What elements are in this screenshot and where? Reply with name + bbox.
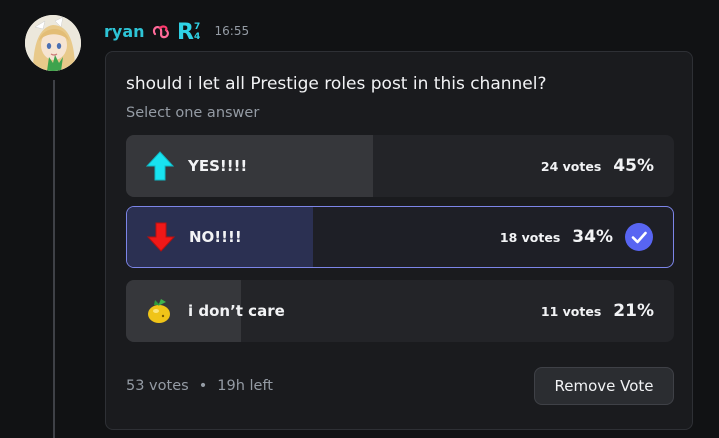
answer-percent: 34% bbox=[572, 227, 613, 247]
time-left: 19h left bbox=[217, 378, 273, 394]
username[interactable]: ryan bbox=[104, 22, 145, 41]
pink-knot-icon bbox=[151, 22, 171, 40]
poll-footer: 53 votes • 19h left bbox=[126, 378, 273, 394]
answer-vote-count: 11 votes bbox=[540, 303, 602, 319]
total-votes: 53 votes bbox=[126, 378, 189, 394]
answer-label: i don’t care bbox=[188, 302, 285, 320]
poll-card: should i let all Prestige roles post in … bbox=[105, 51, 693, 430]
selected-check-icon bbox=[625, 223, 653, 251]
anime-girl-avatar-icon bbox=[25, 15, 81, 71]
answer-label: YES!!!! bbox=[188, 157, 248, 175]
tangerine-emoji-icon bbox=[146, 297, 174, 325]
answer-vote-count: 18 votes bbox=[499, 229, 561, 245]
answer-label: NO!!!! bbox=[189, 228, 242, 246]
up-arrow-emoji-icon bbox=[146, 151, 174, 181]
svg-text:R: R bbox=[177, 20, 194, 43]
svg-text:4: 4 bbox=[194, 32, 200, 42]
poll-question: should i let all Prestige roles post in … bbox=[126, 74, 547, 94]
remove-vote-button[interactable]: Remove Vote bbox=[534, 367, 674, 405]
poll-subtitle: Select one answer bbox=[126, 105, 260, 121]
answer-percent: 21% bbox=[613, 301, 654, 321]
poll-answer-dont-care[interactable]: i don’t care 11 votes 21% bbox=[126, 280, 674, 342]
reply-thread-line bbox=[53, 80, 55, 438]
timestamp[interactable]: 16:55 bbox=[215, 24, 250, 38]
footer-separator: • bbox=[198, 378, 208, 394]
down-arrow-emoji-icon bbox=[147, 222, 175, 252]
avatar[interactable] bbox=[25, 15, 81, 71]
message-header: ryan R 7 4 16:55 bbox=[104, 18, 249, 44]
poll-answer-no[interactable]: NO!!!! 18 votes 34% bbox=[126, 206, 674, 268]
answer-vote-count: 24 votes bbox=[540, 158, 602, 174]
answer-percent: 45% bbox=[613, 156, 654, 176]
svg-text:7: 7 bbox=[194, 22, 200, 32]
poll-answer-yes[interactable]: YES!!!! 24 votes 45% bbox=[126, 135, 674, 197]
cyan-r-badge-icon: R 7 4 bbox=[177, 19, 207, 43]
